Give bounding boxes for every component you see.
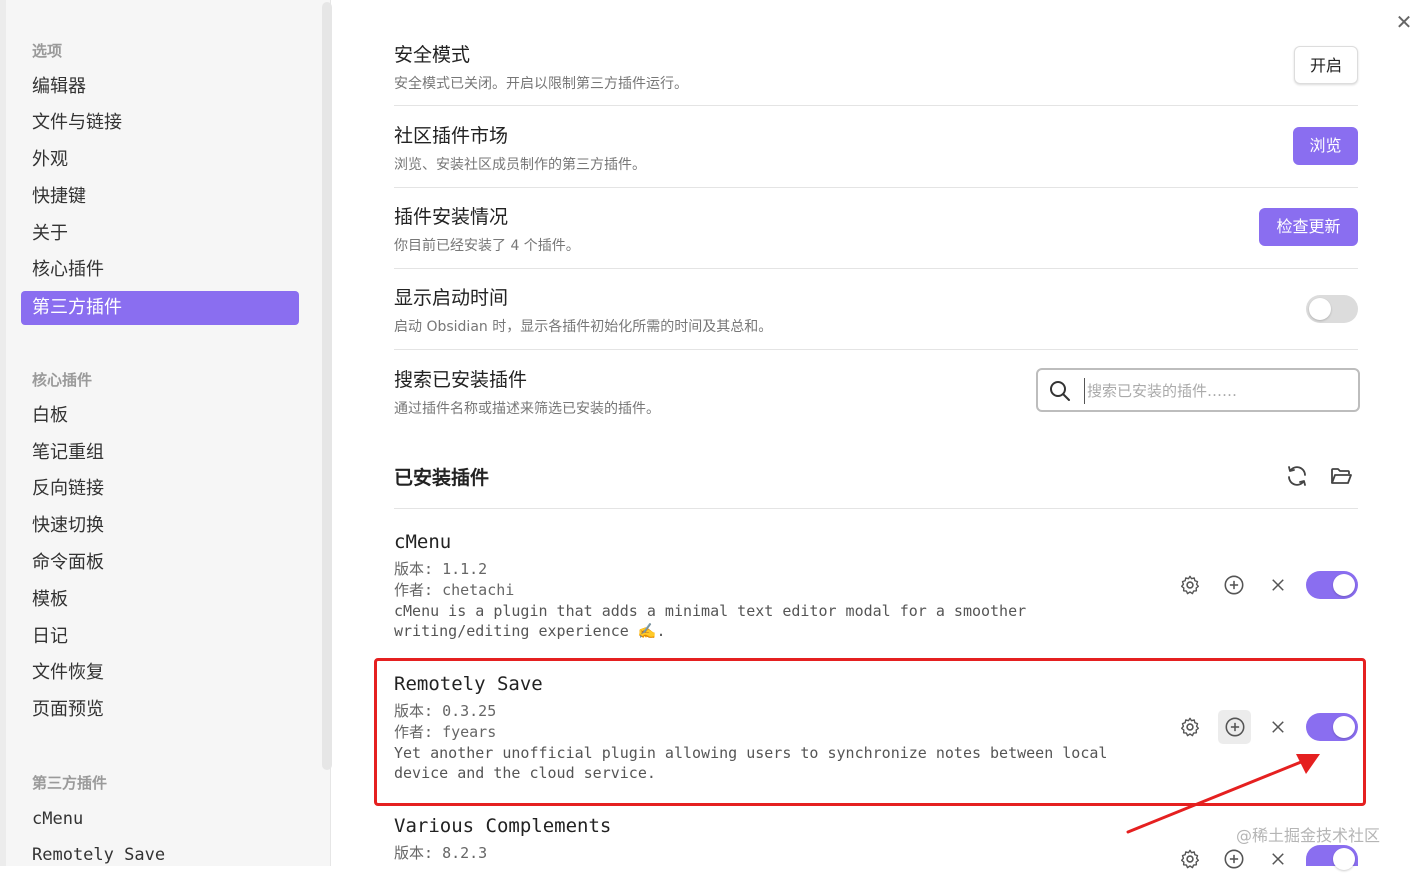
setting-desc: 启动 Obsidian 时，显示各插件初始化所需的时间及其总和。 (394, 319, 773, 335)
plus-circle-icon (1224, 575, 1244, 595)
plugin-version: 版本: 1.1.2 (394, 559, 1154, 580)
plus-circle-icon (1224, 849, 1244, 869)
sidebar-item-templates[interactable]: 模板 (21, 583, 299, 617)
sidebar-item-cmenu[interactable]: cMenu (21, 802, 299, 836)
search-icon (1050, 381, 1070, 401)
setting-name: 插件安装情况 (394, 206, 509, 228)
sidebar-item-command-palette[interactable]: 命令面板 (21, 546, 299, 580)
divider (394, 508, 1358, 509)
startup-time-toggle[interactable] (1306, 295, 1358, 323)
sidebar-scrollbar[interactable] (322, 2, 332, 770)
sidebar-item-about[interactable]: 关于 (21, 217, 299, 251)
sidebar-heading-core: 核心插件 (32, 371, 93, 389)
refresh-icon (1288, 466, 1306, 486)
divider (394, 349, 1358, 350)
version-value: 8.2.3 (442, 844, 488, 862)
gear-icon (1180, 575, 1200, 595)
cmenu-hotkeys-button[interactable] (1219, 570, 1249, 600)
sidebar-item-page-preview[interactable]: 页面预览 (21, 693, 299, 727)
close-icon (1272, 579, 1284, 591)
setting-name: 安全模式 (394, 44, 471, 66)
folder-open-icon (1331, 468, 1352, 484)
various-complements-settings-button[interactable] (1175, 844, 1205, 874)
sidebar-item-backlinks[interactable]: 反向链接 (21, 472, 299, 506)
sidebar-heading-options: 选项 (32, 42, 63, 60)
plugin-version: 版本: 8.2.3 (394, 843, 1154, 864)
reload-plugins-button[interactable] (1282, 461, 1312, 491)
sidebar-item-hotkeys[interactable]: 快捷键 (21, 180, 299, 214)
sidebar-heading-third-party: 第三方插件 (32, 774, 108, 792)
author-label: 作者: (394, 581, 434, 599)
safe-mode-on-button[interactable]: 开启 (1294, 46, 1358, 84)
author-value: chetachi (442, 581, 515, 599)
setting-safe-mode: 安全模式 安全模式已关闭。开启以限制第三方插件运行。 (394, 40, 1358, 93)
sidebar-item-files-links[interactable]: 文件与链接 (21, 106, 299, 140)
close-icon[interactable]: ✕ (1392, 10, 1416, 34)
various-complements-uninstall-button[interactable] (1263, 844, 1293, 874)
setting-desc: 安全模式已关闭。开启以限制第三方插件运行。 (394, 76, 688, 92)
toggle-knob (1333, 574, 1355, 596)
plugin-various-complements: Various Complements 版本: 8.2.3 (394, 815, 1154, 864)
setting-desc: 浏览、安装社区成员制作的第三方插件。 (394, 157, 646, 173)
setting-name: 社区插件市场 (394, 125, 509, 147)
divider (394, 268, 1358, 269)
version-label: 版本: (394, 844, 434, 862)
plugin-cmenu: cMenu 版本: 1.1.2 作者: chetachi cMenu is a … (394, 531, 1154, 641)
plugin-author: 作者: chetachi (394, 580, 1154, 601)
toggle-knob (1333, 848, 1355, 870)
sidebar-item-note-composer[interactable]: 笔记重组 (21, 436, 299, 470)
setting-name: 显示启动时间 (394, 287, 509, 309)
setting-startup-time: 显示启动时间 启动 Obsidian 时，显示各插件初始化所需的时间及其总和。 (394, 283, 1358, 336)
close-icon (1272, 853, 1284, 865)
sidebar-item-appearance[interactable]: 外观 (21, 143, 299, 177)
check-updates-button[interactable]: 检查更新 (1259, 208, 1358, 246)
open-plugins-folder-button[interactable] (1326, 461, 1356, 491)
sidebar-item-editor[interactable]: 编辑器 (21, 70, 299, 104)
setting-installed-status: 插件安装情况 你目前已经安装了 4 个插件。 (394, 202, 1358, 255)
version-value: 1.1.2 (442, 560, 488, 578)
setting-desc: 你目前已经安装了 4 个插件。 (394, 238, 580, 254)
sidebar-item-remotely-save[interactable]: Remotely Save (21, 838, 299, 872)
various-complements-hotkeys-button[interactable] (1219, 844, 1249, 874)
sidebar-item-file-recovery[interactable]: 文件恢复 (21, 656, 299, 690)
search-box[interactable] (1036, 368, 1360, 412)
installed-plugins-title: 已安装插件 (394, 467, 490, 489)
plugin-name: cMenu (394, 531, 452, 553)
watermark: @稀土掘金技术社区 (1236, 826, 1381, 845)
toggle-knob (1309, 298, 1331, 320)
cmenu-enable-toggle[interactable] (1306, 571, 1358, 599)
version-label: 版本: (394, 560, 434, 578)
setting-community-plugins: 社区插件市场 浏览、安装社区成员制作的第三方插件。 (394, 121, 1358, 174)
sidebar-item-daily-notes[interactable]: 日记 (21, 620, 299, 654)
browse-button[interactable]: 浏览 (1293, 127, 1358, 165)
sidebar-item-community-plugins[interactable]: 第三方插件 (21, 291, 299, 325)
settings-sidebar: 选项 编辑器 文件与链接 外观 快捷键 关于 核心插件 第三方插件 核心插件 白… (6, 0, 332, 866)
gear-icon (1180, 849, 1200, 869)
plugin-desc: cMenu is a plugin that adds a minimal te… (394, 602, 1027, 640)
plugin-name: Various Complements (394, 815, 612, 837)
divider (394, 105, 1358, 106)
sidebar-item-quick-switcher[interactable]: 快速切换 (21, 509, 299, 543)
sidebar-item-core-plugins[interactable]: 核心插件 (21, 253, 299, 287)
search-input[interactable] (1084, 378, 1349, 404)
cmenu-settings-button[interactable] (1175, 570, 1205, 600)
various-complements-enable-toggle[interactable] (1306, 845, 1358, 870)
divider (394, 187, 1358, 188)
cmenu-uninstall-button[interactable] (1263, 570, 1293, 600)
sidebar-item-canvas[interactable]: 白板 (21, 399, 299, 433)
